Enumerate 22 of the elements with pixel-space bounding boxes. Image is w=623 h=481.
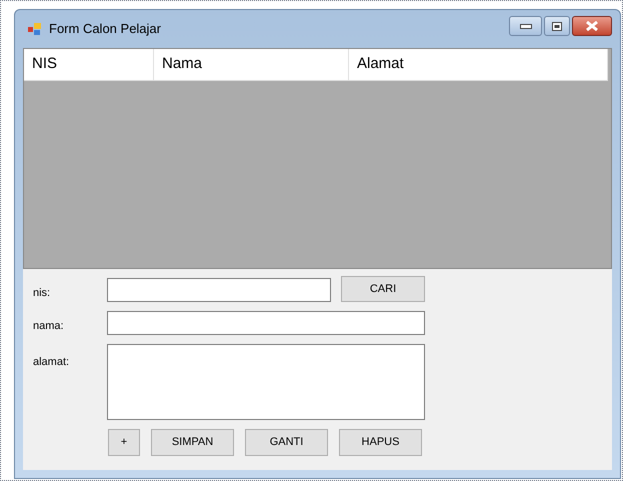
text-area[interactable]	[107, 344, 425, 420]
column-header[interactable]: NIS	[24, 49, 154, 80]
close-button[interactable]	[572, 16, 612, 36]
minimize-icon	[520, 24, 532, 28]
minimize-button[interactable]	[509, 16, 542, 36]
action-button[interactable]: HAPUS	[339, 429, 422, 456]
close-icon	[586, 21, 598, 31]
input-field[interactable]	[107, 278, 331, 302]
action-button[interactable]: GANTI	[245, 429, 328, 456]
app-icon	[27, 21, 43, 37]
column-header[interactable]: Nama	[154, 49, 349, 80]
search-button[interactable]: CARI	[341, 276, 425, 302]
field-label: alamat:	[33, 356, 70, 368]
field-label: nama:	[33, 319, 64, 334]
maximize-icon	[552, 22, 562, 30]
action-button[interactable]: SIMPAN	[151, 429, 234, 456]
window-title: Form Calon Pelajar	[49, 20, 161, 38]
field-label: nis:	[33, 286, 50, 302]
maximize-button[interactable]	[544, 16, 570, 36]
action-button[interactable]: +	[108, 429, 140, 456]
column-header[interactable]: Alamat	[349, 49, 608, 80]
input-field[interactable]	[107, 311, 425, 335]
